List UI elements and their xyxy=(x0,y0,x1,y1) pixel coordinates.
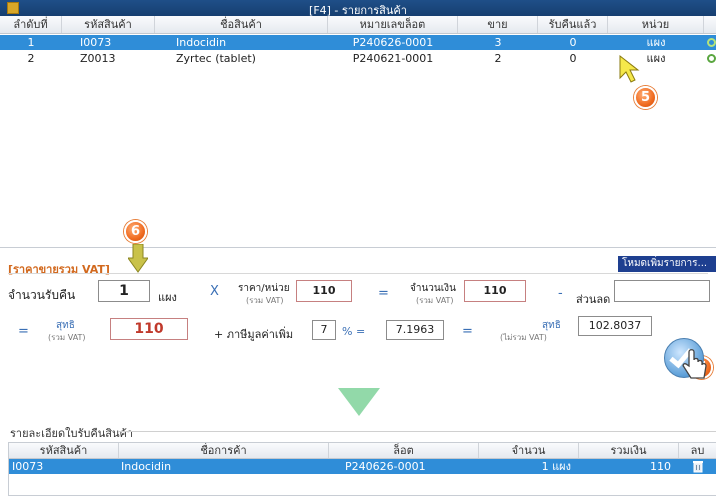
discount-label: ส่วนลด xyxy=(576,293,611,306)
net-ex-sub: (ไม่รวม VAT) xyxy=(500,333,547,342)
divider xyxy=(8,273,708,274)
row-unit: แผง xyxy=(646,36,666,49)
row-name: Indocidin xyxy=(121,460,172,473)
percent-equals: % = xyxy=(342,325,366,338)
row-total: 110 xyxy=(650,460,671,473)
vat-amount-field: 7.1963 xyxy=(386,320,444,340)
vat-mode-label: [ราคาขายรวม VAT] xyxy=(8,263,110,276)
row-returned: 0 xyxy=(569,52,577,65)
status-ok-icon xyxy=(707,54,716,63)
row-lot: P240626-0001 xyxy=(345,460,426,473)
row-qty: 1 แผง xyxy=(541,460,571,473)
row-sold: 2 xyxy=(494,52,502,65)
row-code: I0073 xyxy=(80,36,112,49)
return-receipt-detail: รายละเอียดใบรับคืนสินค้า รหัสสินค้า ชื่อ… xyxy=(8,420,716,496)
add-mode-button[interactable]: โหมดเพิ่มรายการ... xyxy=(618,256,716,272)
product-list-dialog: [F4] - รายการสินค้า ลำดับที่ รหัสสินค้า … xyxy=(0,0,716,383)
col-header-total[interactable]: รวมเงิน xyxy=(579,443,679,458)
col-header-qty[interactable]: จำนวน xyxy=(479,443,579,458)
net-inc-vat-field: 110 xyxy=(110,318,188,340)
equals-sign: = xyxy=(462,324,473,339)
row-code: Z0013 xyxy=(80,52,116,65)
return-qty-label: จำนวนรับคืน xyxy=(8,288,76,302)
amount-field[interactable]: 110 xyxy=(464,280,526,302)
col-header-name[interactable]: ชื่อการค้า xyxy=(119,443,329,458)
vat-text: + ภาษีมูลค่าเพิ่ม xyxy=(214,328,294,341)
status-ok-icon xyxy=(707,38,716,47)
equals-sign: = xyxy=(18,324,29,339)
row-name: Zyrtec (tablet) xyxy=(176,52,256,65)
row-code: I0073 xyxy=(12,460,44,473)
table-row[interactable]: I0073 Indocidin P240626-0001 1 แผง 110 xyxy=(9,459,716,474)
col-header-delete[interactable]: ลบ xyxy=(679,443,716,458)
return-qty-input[interactable]: 1 xyxy=(98,280,150,302)
discount-field[interactable] xyxy=(614,280,710,302)
row-returned: 0 xyxy=(569,36,577,49)
product-grid[interactable]: ลำดับที่ รหัสสินค้า ชื่อสินค้า หมายเลขล็… xyxy=(0,16,716,248)
row-name: Indocidin xyxy=(176,36,227,49)
section-title: รายละเอียดใบรับคืนสินค้า xyxy=(10,427,134,440)
col-header-code[interactable]: รหัสสินค้า xyxy=(62,16,155,33)
return-detail-grid[interactable]: รหัสสินค้า ชื่อการค้า ล็อต จำนวน รวมเงิน… xyxy=(8,442,716,496)
row-no: 2 xyxy=(27,52,35,65)
net-sub: (รวม VAT) xyxy=(48,333,86,342)
equals-sign: = xyxy=(378,286,389,301)
row-lot: P240626-0001 xyxy=(352,36,434,49)
return-entry-panel: 6 [ราคาขายรวม VAT] โหมดเพิ่มรายการ... จำ… xyxy=(0,220,716,383)
divider xyxy=(118,431,716,432)
vat-rate-field[interactable]: 7 xyxy=(312,320,336,340)
col-header-unit[interactable]: หน่วย xyxy=(608,16,704,33)
minus-sign: - xyxy=(558,286,563,301)
multiply-sign: X xyxy=(210,284,219,299)
grid-row[interactable]: 1 I0073 Indocidin P240626-0001 3 0 แผง xyxy=(0,35,716,50)
col-header-code[interactable]: รหัสสินค้า xyxy=(9,443,119,458)
unit-price-field[interactable]: 110 xyxy=(296,280,352,302)
row-lot: P240621-0001 xyxy=(352,52,434,65)
grid-header: ลำดับที่ รหัสสินค้า ชื่อสินค้า หมายเลขล็… xyxy=(0,16,716,34)
step-marker-5: 5 xyxy=(634,86,657,109)
grid-header: รหัสสินค้า ชื่อการค้า ล็อต จำนวน รวมเงิน… xyxy=(9,443,716,459)
hand-cursor-icon xyxy=(682,349,707,379)
col-header-no[interactable]: ลำดับที่ xyxy=(0,16,62,33)
trash-icon[interactable] xyxy=(692,460,704,473)
row-sold: 3 xyxy=(494,36,502,49)
amount-sub: (รวม VAT) xyxy=(416,296,454,305)
unit-price-sub: (รวม VAT) xyxy=(246,296,284,305)
grid-row[interactable]: 2 Z0013 Zyrtec (tablet) P240621-0001 2 0… xyxy=(0,51,716,66)
pointer-arrow-icon xyxy=(619,54,640,83)
row-no: 1 xyxy=(27,36,35,49)
net-ex-vat-field: 102.8037 xyxy=(578,316,652,336)
col-header-lot[interactable]: ล็อต xyxy=(329,443,479,458)
col-header-name[interactable]: ชื่อสินค้า xyxy=(155,16,328,33)
qty-unit-label: แผง xyxy=(158,291,177,304)
col-header-lot[interactable]: หมายเลขล็อต xyxy=(328,16,458,33)
window-titlebar: [F4] - รายการสินค้า xyxy=(0,0,716,17)
flow-down-arrow-icon xyxy=(338,388,380,416)
step-marker-6: 6 xyxy=(124,220,147,243)
col-header-sold[interactable]: ขาย xyxy=(458,16,538,33)
down-arrow-icon xyxy=(128,244,148,273)
col-header-returned[interactable]: รับคืนแล้ว xyxy=(538,16,608,33)
